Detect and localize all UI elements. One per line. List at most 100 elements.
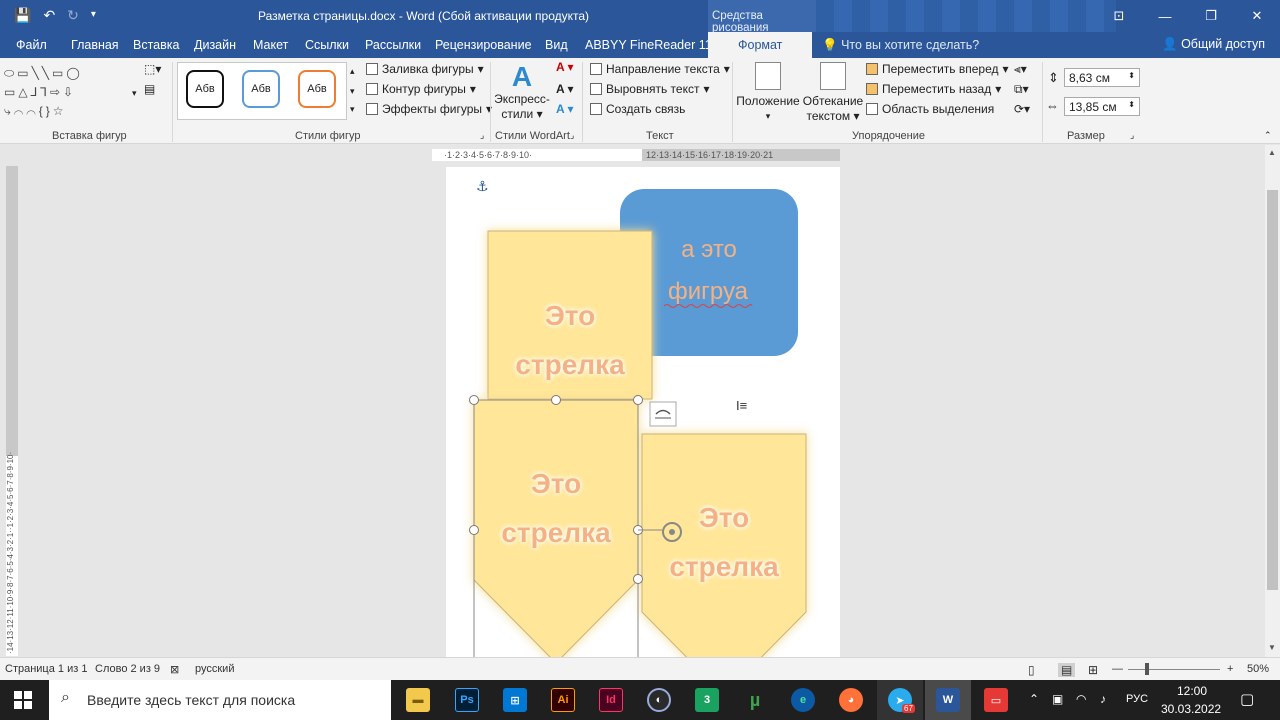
taskbar-search-box[interactable]: ⌕ Введите здесь текст для поиска xyxy=(49,680,391,720)
vertical-scrollbar[interactable]: ▲ ▼ xyxy=(1265,145,1280,657)
clock-date[interactable]: 30.03.2022 xyxy=(1161,702,1221,716)
shape-fill-button[interactable]: Заливка фигуры ▾ xyxy=(366,62,484,76)
gallery-scroll-down-icon[interactable]: ▾ xyxy=(350,86,355,97)
express-styles-button[interactable]: A Экспресс- стили ▾ xyxy=(494,62,550,122)
tab-home[interactable]: Главная xyxy=(71,38,119,52)
scrollbar-thumb[interactable] xyxy=(1267,190,1278,590)
tray-chevron-icon[interactable]: ⌃ xyxy=(1029,692,1039,706)
style-swatch-3[interactable]: Абв xyxy=(298,70,336,108)
zoom-level[interactable]: 50% xyxy=(1247,663,1269,675)
input-language[interactable]: РУС xyxy=(1126,693,1148,705)
redo-icon[interactable]: ↻ xyxy=(67,6,79,24)
tell-me-box[interactable]: 💡 Что вы хотите сделать? xyxy=(822,38,979,53)
utorrent-icon[interactable]: µ xyxy=(743,688,767,712)
zoom-slider-track[interactable] xyxy=(1128,669,1220,670)
page-count[interactable]: Страница 1 из 1 xyxy=(5,663,87,675)
adjust-handle[interactable] xyxy=(633,574,643,584)
3ds-max-icon[interactable]: 3 xyxy=(695,688,719,712)
customize-qat-icon[interactable]: ▾ xyxy=(91,6,96,24)
text-fill-icon[interactable]: A ▾ xyxy=(556,60,574,74)
read-mode-icon[interactable]: ▯ xyxy=(1028,663,1035,677)
tab-design[interactable]: Дизайн xyxy=(194,38,236,52)
dialog-launcher-icon[interactable]: ⌟ xyxy=(570,130,574,141)
tab-mailings[interactable]: Рассылки xyxy=(365,38,421,52)
text-effects-icon[interactable]: A ▾ xyxy=(556,102,574,116)
clock-time[interactable]: 12:00 xyxy=(1177,684,1207,698)
document-page[interactable]: ⚓ а это фигруа Это стрелка Это стрелка Э… xyxy=(446,167,840,657)
tab-review[interactable]: Рецензирование xyxy=(435,38,532,52)
horizontal-ruler[interactable]: ·1·2·3·4·5·6·7·8·9·10· 12·13·14·15·16·17… xyxy=(432,149,840,161)
shapes-gallery[interactable]: ⬭▭╲╲▭◯ ▭△⅃⅂⇨⇩ ⤷⌒⌒{}☆ xyxy=(4,64,138,122)
position-button[interactable]: Положение ▾ xyxy=(736,62,800,124)
tab-insert[interactable]: Вставка xyxy=(133,38,179,52)
photoshop-icon[interactable]: Ps xyxy=(455,688,479,712)
volume-icon[interactable]: ♪ xyxy=(1100,692,1106,706)
undo-icon[interactable]: ↶ xyxy=(43,6,55,24)
minimize-button[interactable]: — xyxy=(1142,0,1188,32)
align-icon[interactable]: ⫷▾ xyxy=(1014,62,1027,77)
tab-layout[interactable]: Макет xyxy=(253,38,288,52)
tab-abbyy[interactable]: ABBYY FineReader 11 xyxy=(585,38,712,52)
tab-view[interactable]: Вид xyxy=(545,38,568,52)
dialog-launcher-icon[interactable]: ⌟ xyxy=(480,130,484,141)
style-swatch-2[interactable]: Абв xyxy=(242,70,280,108)
text-box-icon[interactable]: ▤ xyxy=(144,82,155,96)
create-link-button[interactable]: Создать связь xyxy=(590,102,685,116)
indesign-icon[interactable]: Id xyxy=(599,688,623,712)
word-count[interactable]: Слово 2 из 9 xyxy=(95,663,160,675)
rotate-icon[interactable]: ⟳▾ xyxy=(1014,102,1030,116)
gallery-scroll-up-icon[interactable]: ▴ xyxy=(350,66,355,77)
word-icon[interactable]: W xyxy=(936,688,960,712)
tab-file[interactable]: Файл xyxy=(16,38,47,52)
zoom-in-icon[interactable]: + xyxy=(1227,663,1233,675)
arrow-shape-3[interactable] xyxy=(641,433,807,657)
save-icon[interactable]: 💾 xyxy=(14,6,31,24)
bring-forward-button[interactable]: Переместить вперед ▾ xyxy=(866,62,1009,76)
resize-handle[interactable] xyxy=(469,395,479,405)
edit-shape-icon[interactable]: ⬚▾ xyxy=(144,62,161,76)
resize-handle[interactable] xyxy=(551,395,561,405)
text-outline-icon[interactable]: A ▾ xyxy=(556,82,574,96)
scroll-down-icon[interactable]: ▼ xyxy=(1268,643,1276,652)
gallery-expand-icon[interactable]: ▾ xyxy=(350,104,355,115)
ribbon-display-icon[interactable]: ⊡ xyxy=(1096,0,1142,32)
text-direction-button[interactable]: Направление текста ▾ xyxy=(590,62,730,76)
wrap-text-button[interactable]: Обтекание текстом ▾ xyxy=(802,62,864,124)
print-layout-icon[interactable]: ▤ xyxy=(1058,663,1076,677)
collapse-ribbon-icon[interactable]: ⌃ xyxy=(1264,130,1272,141)
tab-format[interactable]: Формат xyxy=(708,32,813,58)
language-indicator[interactable]: русский xyxy=(195,663,234,675)
resize-handle[interactable] xyxy=(633,395,643,405)
width-input[interactable]: 13,85 см ⬍ xyxy=(1064,97,1140,116)
edge-icon[interactable]: e xyxy=(791,688,815,712)
file-explorer-icon[interactable]: ▬ xyxy=(406,688,430,712)
firefox-icon[interactable]: ◕ xyxy=(839,688,863,712)
scroll-up-icon[interactable]: ▲ xyxy=(1268,148,1276,157)
close-button[interactable]: ✕ xyxy=(1234,0,1280,32)
selection-pane-button[interactable]: Область выделения xyxy=(866,102,994,116)
notifications-icon[interactable]: ▢ xyxy=(1240,690,1254,708)
style-swatch-1[interactable]: Абв xyxy=(186,70,224,108)
anchor-icon[interactable]: ⚓ xyxy=(476,178,489,194)
cinema4d-icon[interactable]: ◐ xyxy=(647,688,671,712)
zoom-out-icon[interactable]: — xyxy=(1112,663,1123,675)
wifi-icon[interactable]: ◠ xyxy=(1076,692,1086,706)
screen-recorder-icon[interactable]: ▭ xyxy=(984,688,1008,712)
resize-handle[interactable] xyxy=(469,525,479,535)
height-input[interactable]: 8,63 см ⬍ xyxy=(1064,68,1140,87)
tray-camera-icon[interactable]: ▣ xyxy=(1052,692,1063,706)
group-objects-icon[interactable]: ⧉▾ xyxy=(1014,82,1029,97)
proofing-icon[interactable]: ⊠ xyxy=(170,663,179,676)
align-text-button[interactable]: Выровнять текст ▾ xyxy=(590,82,710,96)
shape-effects-button[interactable]: Эффекты фигуры ▾ xyxy=(366,102,492,116)
layout-options-icon[interactable] xyxy=(649,401,677,427)
zoom-slider-thumb[interactable] xyxy=(1145,663,1149,675)
store-icon[interactable]: ⊞ xyxy=(503,688,527,712)
restore-button[interactable]: ❐ xyxy=(1188,0,1234,32)
shape-outline-button[interactable]: Контур фигуры ▾ xyxy=(366,82,476,96)
share-button[interactable]: 👤 Общий доступ xyxy=(1162,37,1265,52)
dialog-launcher-icon[interactable]: ⌟ xyxy=(1130,130,1134,141)
vertical-ruler[interactable]: ·14·13·12·11·10·9·8·7·6·5·4·3·2·1··1·2·3… xyxy=(6,166,18,656)
windows-start-icon[interactable] xyxy=(14,691,32,709)
gallery-more-icon[interactable]: ▾ xyxy=(132,88,137,99)
